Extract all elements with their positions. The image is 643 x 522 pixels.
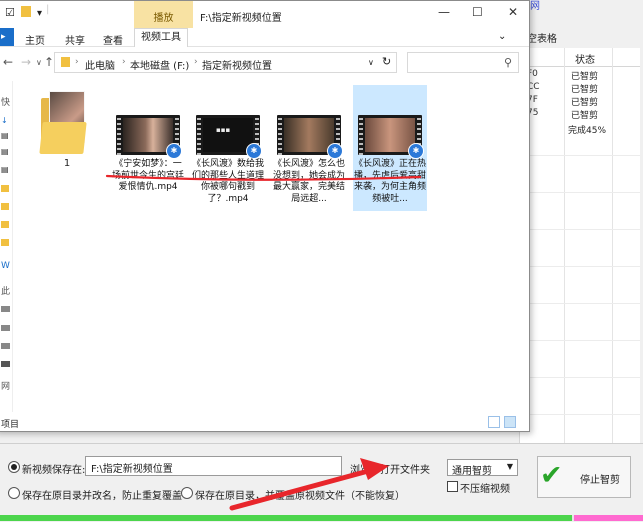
annotation-overlay [105, 174, 422, 511]
annotation-underline [105, 174, 422, 181]
annotation-arrow-shaft [229, 467, 375, 511]
annotation-arrow-head [360, 458, 389, 480]
